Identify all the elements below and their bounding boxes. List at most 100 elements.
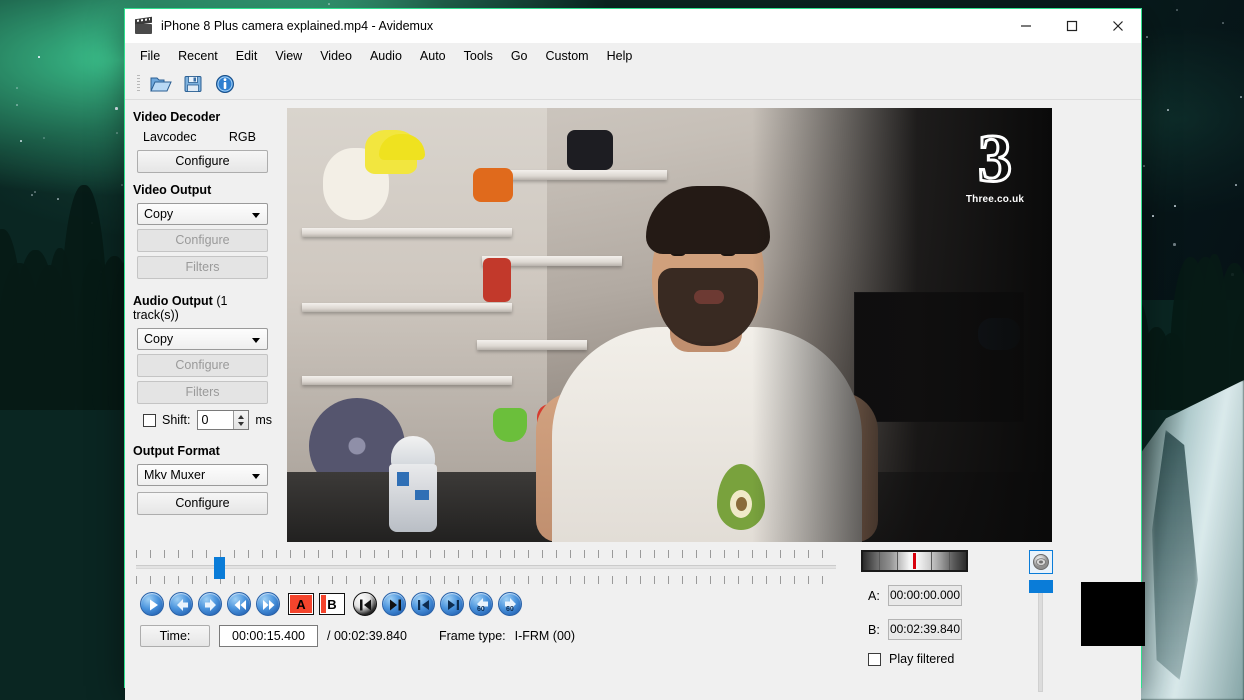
- output-format-configure-button[interactable]: Configure: [137, 492, 268, 515]
- info-icon[interactable]: [212, 71, 238, 97]
- time-button[interactable]: Time:: [140, 625, 210, 647]
- video-output-codec-select[interactable]: Copy: [137, 203, 268, 225]
- output-format-value: Mkv Muxer: [144, 468, 205, 482]
- marker-panel: A: 00:00:00.000 B: 00:02:39.840 Play fil…: [859, 548, 1029, 692]
- audio-shift-label: Shift:: [162, 413, 191, 427]
- back-60-seconds-button[interactable]: 60: [469, 592, 493, 616]
- open-file-icon[interactable]: [148, 71, 174, 97]
- audio-shift-stepper[interactable]: 0: [197, 410, 250, 430]
- audio-output-codec-select[interactable]: Copy: [137, 328, 268, 350]
- menu-video[interactable]: Video: [311, 45, 361, 67]
- audio-shift-unit: ms: [255, 413, 272, 427]
- audio-output-configure-button[interactable]: Configure: [137, 354, 268, 377]
- preview-shelf: [302, 376, 512, 385]
- previous-frame-button[interactable]: [169, 592, 193, 616]
- title-bar[interactable]: iPhone 8 Plus camera explained.mp4 - Avi…: [125, 9, 1141, 43]
- marker-a-value[interactable]: 00:00:00.000: [888, 585, 962, 606]
- preview-mouth: [694, 290, 724, 304]
- volume-column: [1029, 548, 1073, 692]
- menu-audio[interactable]: Audio: [361, 45, 411, 67]
- output-format-select[interactable]: Mkv Muxer: [137, 464, 268, 486]
- menu-file[interactable]: File: [131, 45, 169, 67]
- marker-b-field-label: B:: [868, 623, 880, 637]
- forward-button[interactable]: [256, 592, 280, 616]
- marker-a-row: A: 00:00:00.000: [859, 585, 1029, 606]
- menu-custom[interactable]: Custom: [537, 45, 598, 67]
- timeline-area: A B 60 60 Time: 00:00:15.400 / 00:02:39.…: [125, 542, 1141, 692]
- menu-help[interactable]: Help: [598, 45, 642, 67]
- stepper-down-icon[interactable]: [234, 420, 248, 429]
- menu-view[interactable]: View: [266, 45, 311, 67]
- toolbar-drag-handle[interactable]: [137, 75, 140, 93]
- window-controls: [1003, 9, 1141, 42]
- forward-60-seconds-button[interactable]: 60: [498, 592, 522, 616]
- menu-recent[interactable]: Recent: [169, 45, 227, 67]
- audio-shift-row: Shift: 0 ms: [143, 410, 272, 430]
- marker-b-label: B: [327, 597, 336, 612]
- audio-output-filters-button[interactable]: Filters: [137, 381, 268, 404]
- stepper-up-icon[interactable]: [234, 411, 248, 420]
- preview-orange-toy: [473, 168, 513, 202]
- navigation-position-marker: [913, 553, 916, 569]
- frame-type-value: I-FRM (00): [515, 629, 575, 643]
- current-time-input[interactable]: 00:00:15.400: [219, 625, 318, 647]
- next-frame-button[interactable]: [198, 592, 222, 616]
- video-output-filters-button[interactable]: Filters: [137, 256, 268, 279]
- menu-edit[interactable]: Edit: [227, 45, 267, 67]
- decoder-codec-name: Lavcodec: [143, 130, 197, 144]
- menu-go[interactable]: Go: [502, 45, 537, 67]
- preview-shelf: [302, 303, 512, 312]
- watermark-number: 3: [952, 122, 1038, 194]
- decoder-colorspace: RGB: [229, 130, 256, 144]
- marker-a-label: A: [296, 597, 305, 612]
- go-to-marker-a-button[interactable]: [353, 592, 377, 616]
- minimize-button[interactable]: [1003, 9, 1049, 42]
- left-control-panel: Video Decoder Lavcodec RGB Configure Vid…: [125, 100, 282, 542]
- set-marker-b-button[interactable]: B: [319, 593, 345, 615]
- save-file-icon[interactable]: [180, 71, 206, 97]
- main-toolbar: [125, 69, 1141, 100]
- menu-tools[interactable]: Tools: [455, 45, 502, 67]
- stepper-buttons[interactable]: [233, 411, 248, 429]
- video-output-configure-button[interactable]: Configure: [137, 229, 268, 252]
- avidemux-window: iPhone 8 Plus camera explained.mp4 - Avi…: [124, 8, 1142, 688]
- volume-slider-thumb[interactable]: [1029, 580, 1053, 593]
- menu-bar: File Recent Edit View Video Audio Auto T…: [125, 43, 1141, 69]
- video-output-heading: Video Output: [133, 183, 272, 197]
- status-bar: [125, 692, 1141, 700]
- audio-output-heading-text: Audio Output: [133, 294, 213, 308]
- rewind-button[interactable]: [227, 592, 251, 616]
- maximize-button[interactable]: [1049, 9, 1095, 42]
- go-to-marker-b-button[interactable]: [382, 592, 406, 616]
- window-body: Video Decoder Lavcodec RGB Configure Vid…: [125, 100, 1141, 700]
- video-preview[interactable]: 3 Three.co.uk: [287, 108, 1052, 542]
- audio-shift-checkbox[interactable]: [143, 414, 156, 427]
- timeline-right-column: A: 00:00:00.000 B: 00:02:39.840 Play fil…: [849, 548, 1145, 692]
- navigation-gradient-bar[interactable]: [861, 550, 968, 572]
- video-preview-wrapper: 3 Three.co.uk: [282, 100, 1141, 542]
- upper-area: Video Decoder Lavcodec RGB Configure Vid…: [125, 100, 1141, 542]
- audio-shift-value: 0: [202, 413, 209, 427]
- timeline-slider[interactable]: [136, 548, 836, 586]
- speaker-icon[interactable]: [1029, 550, 1053, 574]
- video-output-codec-value: Copy: [144, 207, 173, 221]
- watermark-url: Three.co.uk: [952, 194, 1038, 205]
- volume-slider[interactable]: [1029, 580, 1053, 692]
- frame-type-label: Frame type:: [439, 629, 506, 643]
- video-decoder-configure-button[interactable]: Configure: [137, 150, 268, 173]
- previous-keyframe-button[interactable]: [411, 592, 435, 616]
- set-marker-a-button[interactable]: A: [288, 593, 314, 615]
- menu-auto[interactable]: Auto: [411, 45, 455, 67]
- marker-b-row: B: 00:02:39.840: [859, 619, 1029, 640]
- timeline-slider-thumb[interactable]: [214, 557, 225, 579]
- transport-controls: A B 60 60: [136, 586, 849, 616]
- play-button[interactable]: [140, 592, 164, 616]
- preview-watermark: 3 Three.co.uk: [952, 122, 1038, 222]
- play-filtered-checkbox[interactable]: [868, 653, 881, 666]
- next-keyframe-button[interactable]: [440, 592, 464, 616]
- preview-dark-toy: [567, 130, 613, 170]
- video-decoder-info: Lavcodec RGB: [133, 130, 272, 144]
- marker-b-value[interactable]: 00:02:39.840: [888, 619, 962, 640]
- close-button[interactable]: [1095, 9, 1141, 42]
- chevron-down-icon: [252, 338, 260, 343]
